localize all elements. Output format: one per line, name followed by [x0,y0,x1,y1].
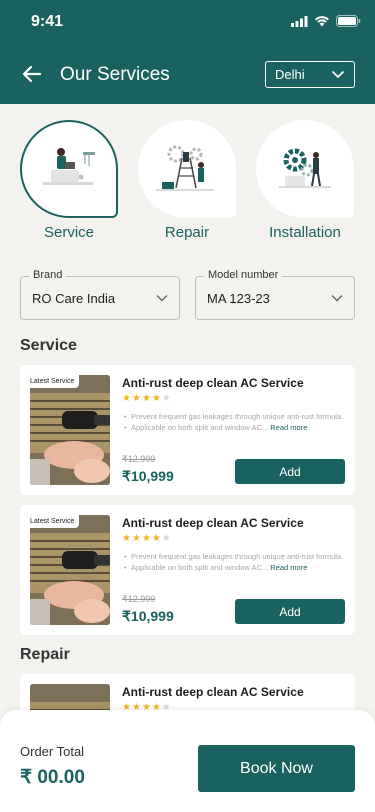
star-icon: ★ [131,533,141,544]
brand-select[interactable]: Brand RO Care India [20,269,180,320]
chevron-down-icon [156,295,168,302]
description-bullet-2: Applicable on both split and window AC..… [124,423,346,434]
order-summary-bar: Order Total ₹ 00.00 Book Now [0,710,375,812]
discounted-price: ₹10,999 [122,608,174,624]
category-repair-bubble [138,120,236,218]
signal-icon [291,15,308,27]
category-service-bubble [20,120,118,218]
model-number-select[interactable]: Model number MA 123-23 [195,269,355,320]
category-service[interactable]: Service [20,120,118,241]
order-total-value: ₹ 00.00 [20,767,85,788]
original-price: ₹12,999 [122,454,156,464]
description-bullet-text: Applicable on both split and window AC..… [131,562,269,572]
category-repair[interactable]: Repair [138,120,236,241]
latest-service-badge: Latest Service [30,375,80,388]
brand-value: RO Care India [32,290,116,306]
service-title: Anti-rust deep clean AC Service [122,516,304,530]
star-icon: ★ [122,393,131,404]
star-icon: ★ [141,393,151,404]
repair-title: Anti-rust deep clean AC Service [122,685,304,699]
battery-icon [336,15,361,27]
description-bullet: Prevent frequent gas leakages through un… [124,412,346,423]
status-icons [291,15,361,27]
app-header: 9:41 Our Services Delhi [0,0,375,104]
discounted-price: ₹10,999 [122,468,174,484]
category-repair-label: Repair [164,224,210,241]
order-total-label: Order Total [20,744,85,759]
section-title-repair: Repair [20,646,70,663]
service-title: Anti-rust deep clean AC Service [122,376,304,390]
model-number-value: MA 123-23 [207,290,270,306]
rating-stars: ★ ★ ★ ★ ★ [122,393,171,404]
star-icon: ★ [141,533,151,544]
ac-cleaning-photo-icon [30,375,110,485]
star-empty-icon: ★ [161,533,171,544]
page-title: Our Services [60,64,170,85]
service-description: Prevent frequent gas leakages through un… [124,552,346,573]
star-empty-icon: ★ [161,393,171,404]
service-thumbnail: Latest Service [30,515,110,625]
brand-label: Brand [29,269,67,281]
star-icon: ★ [151,393,161,404]
back-arrow-icon[interactable] [20,62,44,86]
add-button[interactable]: Add [235,599,345,624]
star-icon: ★ [151,533,161,544]
category-installation[interactable]: Installation [256,120,354,241]
city-dropdown[interactable]: Delhi [265,61,355,88]
category-service-label: Service [43,224,95,241]
star-icon: ★ [122,533,131,544]
repair-ladder-illustration-icon [156,145,214,191]
model-number-label: Model number [204,269,283,281]
latest-service-badge: Latest Service [30,515,80,528]
status-time: 9:41 [31,13,64,30]
chevron-down-icon [331,295,343,302]
section-title-service: Service [20,337,77,354]
city-value: Delhi [275,67,305,82]
star-icon: ★ [131,393,141,404]
service-card[interactable]: Latest Service Anti-rust deep clean AC S… [20,505,355,635]
category-installation-label: Installation [269,224,341,241]
read-more-link[interactable]: Read more [270,423,307,432]
read-more-link[interactable]: Read more [270,563,307,572]
gear-installation-illustration-icon [279,148,331,188]
description-bullet-2: Applicable on both split and window AC..… [124,563,346,574]
service-thumbnail: Latest Service [30,375,110,485]
category-installation-bubble [256,120,354,218]
technician-laptop-illustration-icon [43,148,95,185]
wifi-icon [315,16,329,27]
description-bullet: Prevent frequent gas leakages through un… [124,552,346,563]
rating-stars: ★ ★ ★ ★ ★ [122,533,171,544]
ac-cleaning-photo-icon [30,515,110,625]
original-price: ₹12,999 [122,594,156,604]
book-now-button[interactable]: Book Now [198,745,355,792]
service-description: Prevent frequent gas leakages through un… [124,412,346,433]
add-button[interactable]: Add [235,459,345,484]
description-bullet-text: Applicable on both split and window AC..… [131,422,269,432]
chevron-down-icon [331,70,345,79]
service-card[interactable]: Latest Service Anti-rust deep clean AC S… [20,365,355,495]
